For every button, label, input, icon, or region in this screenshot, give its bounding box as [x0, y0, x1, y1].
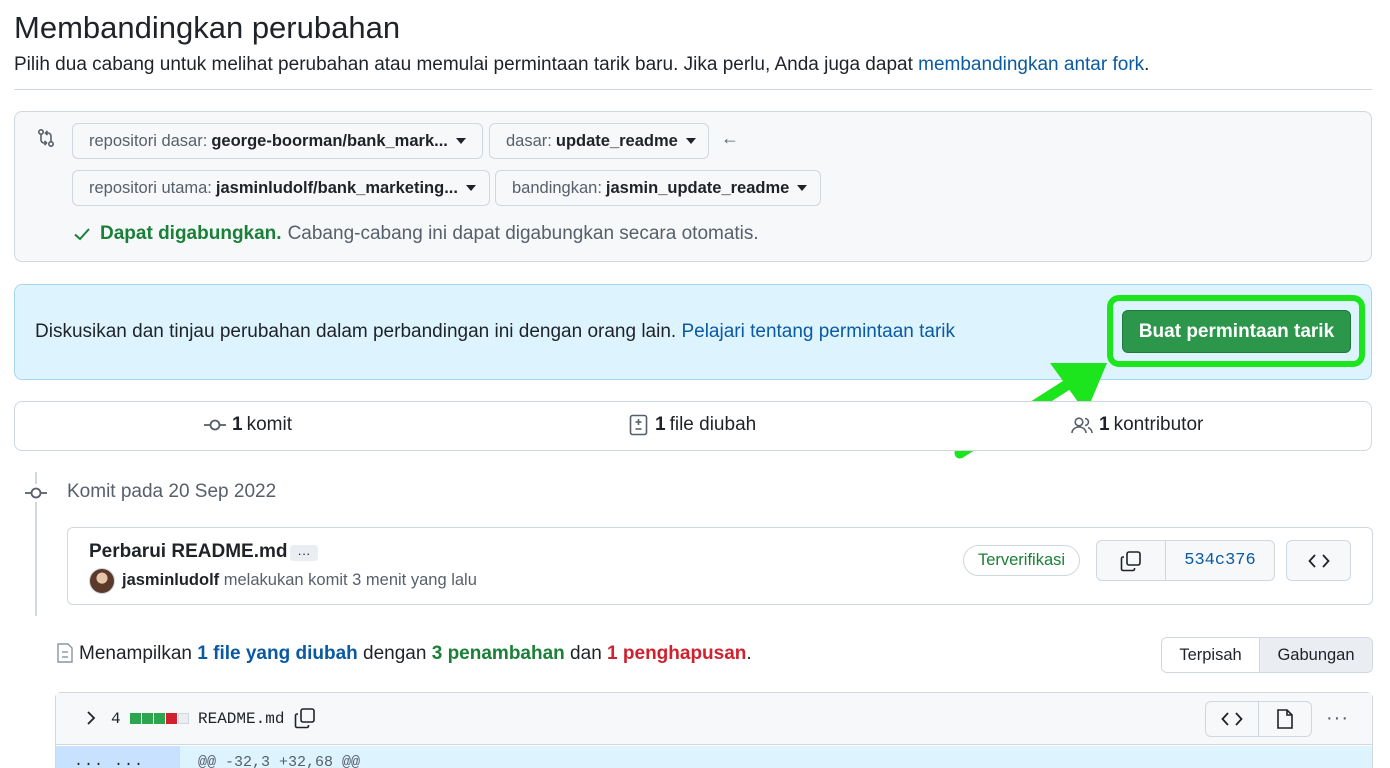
head-repo-label: repositori utama: — [89, 178, 212, 197]
diffstat-neutral — [178, 713, 189, 724]
head-repo-value: jasminludolf/bank_marketing... — [215, 178, 458, 197]
diff-view-toggle: Terpisah Gabungan — [1161, 637, 1373, 673]
file-diff-icon — [629, 414, 648, 436]
diffstat-deleted — [166, 713, 177, 724]
diff-prefix: Menampilkan — [79, 643, 198, 664]
commit-time: melakukan komit 3 menit yang lalu — [223, 571, 477, 589]
deletions-count: 1 penghapusan — [607, 643, 747, 664]
additions-count: 3 penambahan — [431, 643, 565, 664]
copy-sha-button[interactable] — [1097, 541, 1166, 580]
check-icon — [74, 228, 90, 241]
split-view-button[interactable]: Terpisah — [1162, 638, 1260, 672]
copy-icon[interactable] — [294, 707, 316, 729]
expand-hunk-icon[interactable]: ··· ··· — [74, 756, 144, 768]
file-diff-icon — [57, 643, 73, 663]
page-description-text: Pilih dua cabang untuk melihat perubahan… — [14, 54, 919, 75]
commit-sha-link[interactable]: 534c376 — [1166, 541, 1274, 580]
view-rendered-button[interactable] — [1259, 702, 1311, 736]
base-branch-value: update_readme — [555, 131, 678, 150]
base-repo-select[interactable]: repositori dasar: george-boorman/bank_ma… — [72, 123, 483, 159]
compare-branch-value: jasmin_update_readme — [605, 178, 790, 197]
browse-repo-button[interactable] — [1286, 540, 1351, 581]
diffstat-bar — [130, 713, 189, 724]
merge-status: Dapat digabungkan. Cabang-cabang ini dap… — [72, 223, 759, 245]
caret-down-icon — [685, 138, 696, 144]
pr-blank-slate-text: Diskusikan dan tinjau perubahan dalam pe… — [35, 321, 955, 343]
chevron-right-icon[interactable] — [84, 709, 98, 727]
file-change-count: 4 — [111, 710, 121, 728]
commit-sha-group: 534c376 — [1096, 540, 1275, 581]
commit-icon — [25, 484, 47, 502]
code-icon — [1221, 712, 1243, 726]
diff-summary: Menampilkan 1 file yang diubah dengan 3 … — [79, 643, 752, 665]
page-description-end: . — [1144, 54, 1150, 75]
verified-badge[interactable]: Terverifikasi — [963, 545, 1080, 576]
git-compare-icon — [37, 128, 55, 148]
view-source-button[interactable] — [1206, 702, 1259, 736]
hunk-header-text: @@ -32,3 +32,68 @@ — [198, 754, 361, 768]
caret-down-icon — [455, 138, 466, 144]
commit-title-link[interactable]: Perbarui README.md — [89, 541, 287, 563]
diff-mid2: dan — [564, 643, 608, 664]
compare-forks-link[interactable]: membandingkan antar fork — [918, 54, 1144, 75]
code-icon — [1307, 553, 1330, 568]
commit-date-heading: Komit pada 20 Sep 2022 — [67, 481, 277, 502]
kebab-menu-icon[interactable]: ··· — [1326, 708, 1349, 728]
file-name-link[interactable]: README.md — [198, 710, 284, 728]
learn-pr-link[interactable]: Pelajari tentang permintaan tarik — [681, 321, 955, 342]
create-pull-request-button[interactable]: Buat permintaan tarik — [1122, 310, 1351, 353]
compare-branch-select[interactable]: bandingkan: jasmin_update_readme — [495, 170, 821, 206]
pr-discuss-text: Diskusikan dan tinjau perubahan dalam pe… — [35, 321, 682, 342]
file-icon — [1277, 709, 1293, 729]
arrow-left-icon: ← — [721, 128, 739, 148]
files-changed-count[interactable]: 1 file diubah — [629, 414, 756, 436]
commit-icon — [204, 419, 226, 431]
caret-down-icon — [797, 185, 808, 191]
commits-count[interactable]: 1 komit — [204, 414, 292, 436]
files-number: 1 — [655, 414, 666, 435]
contributors-number: 1 — [1099, 414, 1110, 435]
diffstat-added — [154, 713, 165, 724]
diffstat-added — [142, 713, 153, 724]
changed-files-link[interactable]: 1 file yang diubah — [197, 643, 357, 664]
diffstat-added — [130, 713, 141, 724]
base-repo-label: repositori dasar: — [89, 131, 208, 150]
commit-author-link[interactable]: jasminludolf — [122, 571, 219, 589]
unified-view-button[interactable]: Gabungan — [1260, 638, 1372, 672]
head-repo-select[interactable]: repositori utama: jasminludolf/bank_mark… — [72, 170, 490, 206]
merge-status-ok: Dapat digabungkan. — [100, 223, 282, 244]
avatar[interactable] — [89, 568, 115, 594]
divider — [14, 89, 1372, 90]
caret-down-icon — [465, 185, 476, 191]
commits-number: 1 — [232, 414, 243, 435]
people-icon — [1071, 417, 1093, 434]
page-description: Pilih dua cabang untuk melihat perubahan… — [14, 54, 1149, 76]
compare-branch-label: bandingkan: — [512, 178, 602, 197]
file-view-actions — [1205, 701, 1312, 737]
files-label: file diubah — [669, 414, 757, 435]
contributors-label: kontributor — [1113, 414, 1204, 435]
copy-icon — [1120, 550, 1141, 571]
diff-end: . — [746, 643, 752, 664]
diff-mid1: dengan — [357, 643, 432, 664]
expand-commit-message-button[interactable]: ··· — [290, 545, 318, 561]
commits-label: komit — [246, 414, 292, 435]
contributors-count[interactable]: 1 kontributor — [1071, 414, 1203, 436]
base-repo-value: george-boorman/bank_mark... — [211, 131, 448, 150]
base-branch-select[interactable]: dasar: update_readme — [489, 123, 709, 159]
merge-status-text: Cabang-cabang ini dapat digabungkan seca… — [287, 223, 759, 244]
commit-meta: jasminludolf melakukan komit 3 menit yan… — [122, 571, 477, 590]
base-branch-label: dasar: — [506, 131, 552, 150]
page-title: Membandingkan perubahan — [14, 10, 401, 45]
